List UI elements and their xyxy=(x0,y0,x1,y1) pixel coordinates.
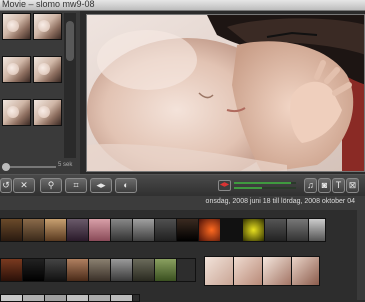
clip-frame xyxy=(111,219,133,241)
clip-length-label: 5 sek xyxy=(58,162,73,168)
audio-level-left xyxy=(234,182,296,184)
clip-frame xyxy=(111,295,133,301)
clip-filmstrip[interactable] xyxy=(0,258,196,282)
window-titlebar: Movie – slomo mw9-08 xyxy=(0,0,365,11)
clip-frame xyxy=(89,295,111,301)
clip-frame xyxy=(89,219,111,241)
slider-track xyxy=(2,166,56,168)
undo-icon: ↺ xyxy=(2,180,10,190)
clip-frame xyxy=(263,257,292,285)
slider-knob[interactable] xyxy=(2,163,10,171)
clip-frame xyxy=(265,219,287,241)
clip-frame xyxy=(89,259,111,281)
event-browser xyxy=(0,210,365,302)
clip-frame xyxy=(45,259,67,281)
clip-length-slider[interactable]: 5 sek xyxy=(2,162,72,171)
clip-frame xyxy=(177,219,199,241)
project-clip-thumbnail[interactable] xyxy=(33,13,62,40)
music-note-icon: ♫ xyxy=(307,180,314,190)
crop-button[interactable]: ⌗ xyxy=(65,178,87,193)
clip-filmstrip[interactable] xyxy=(0,218,326,242)
toolbar: ↺ ✕ ⚲ ⌗ ◂▸ ◐ ◀▶ ♫ ◙ T ⊠ xyxy=(0,174,365,198)
audio-meter-icon[interactable]: ◀▶ xyxy=(218,180,231,191)
key-icon: ⚲ xyxy=(47,180,55,190)
clip-frame xyxy=(67,295,89,301)
clip-frame xyxy=(67,219,89,241)
keyword-button[interactable]: ⚲ xyxy=(40,178,62,193)
photo-button[interactable]: ◙ xyxy=(318,178,331,193)
project-clip-thumbnail[interactable] xyxy=(2,56,31,83)
clip-filmstrip[interactable] xyxy=(0,294,140,302)
scrollbar-knob[interactable] xyxy=(66,21,74,61)
contrast-icon: ◐ xyxy=(123,180,129,190)
clip-frame xyxy=(155,219,177,241)
clip-frame xyxy=(292,257,319,285)
x-icon: ✕ xyxy=(20,180,28,190)
clip-frame xyxy=(23,219,45,241)
clip-frame xyxy=(287,219,309,241)
video-adjust-button[interactable]: ◐ xyxy=(115,178,137,193)
clip-frame xyxy=(23,295,45,301)
audio-level-meter: ◀▶ xyxy=(218,180,300,191)
selected-clip-filmstrip[interactable] xyxy=(204,256,320,286)
clip-frame xyxy=(45,295,67,301)
clip-frame xyxy=(1,219,23,241)
camera-icon: ◙ xyxy=(321,180,328,190)
clip-frame xyxy=(221,219,243,241)
project-pane: 5 sek xyxy=(0,11,80,174)
transition-button[interactable]: ⊠ xyxy=(346,178,359,193)
viewer-frame-image xyxy=(87,15,364,171)
project-clip-thumbnail[interactable] xyxy=(33,56,62,83)
thumbnail-row xyxy=(2,99,62,126)
event-scrollbar[interactable] xyxy=(357,210,365,300)
window-title: Movie – slomo mw9-08 xyxy=(2,0,95,9)
reject-button[interactable]: ✕ xyxy=(13,178,35,193)
thumbnail-row xyxy=(2,13,62,40)
project-thumbnails xyxy=(2,13,62,128)
thumbnail-row xyxy=(2,56,62,83)
crop-icon: ⌗ xyxy=(73,180,79,190)
clip-frame xyxy=(111,259,133,281)
project-clip-thumbnail[interactable] xyxy=(33,99,62,126)
project-clip-thumbnail[interactable] xyxy=(2,99,31,126)
title-t-icon: T xyxy=(335,180,342,190)
undo-button[interactable]: ↺ xyxy=(0,178,12,193)
event-date-range: onsdag, 2008 juni 18 till lördag, 2008 o… xyxy=(205,198,355,205)
clip-frame xyxy=(45,219,67,241)
clip-frame xyxy=(234,257,263,285)
music-button[interactable]: ♫ xyxy=(304,178,317,193)
clip-frame xyxy=(199,219,221,241)
clip-frame xyxy=(133,259,155,281)
transition-icon: ⊠ xyxy=(348,180,357,190)
project-scrollbar[interactable] xyxy=(64,13,76,158)
video-viewer[interactable] xyxy=(86,14,365,172)
event-header: onsdag, 2008 juni 18 till lördag, 2008 o… xyxy=(0,196,365,210)
clip-frame xyxy=(155,259,177,281)
title-button[interactable]: T xyxy=(332,178,345,193)
project-clip-thumbnail[interactable] xyxy=(2,13,31,40)
clip-frame xyxy=(67,259,89,281)
audio-adjust-button[interactable]: ◂▸ xyxy=(90,178,112,193)
clip-frame xyxy=(309,219,325,241)
clip-frame xyxy=(23,259,45,281)
audio-speaker-icon: ◂▸ xyxy=(96,180,106,190)
clip-frame xyxy=(243,219,265,241)
clip-frame xyxy=(1,295,23,301)
clip-frame xyxy=(133,219,155,241)
clip-frame xyxy=(1,259,23,281)
audio-level-right xyxy=(234,187,296,189)
clip-frame xyxy=(205,257,234,285)
